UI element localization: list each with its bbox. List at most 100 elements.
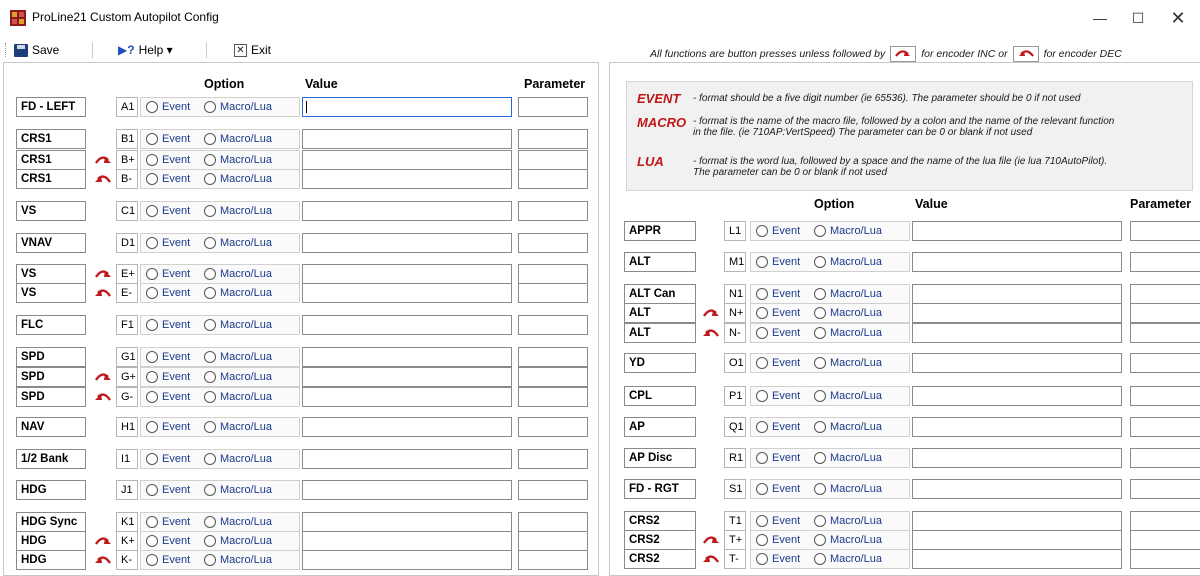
event-radio[interactable]: Event — [756, 386, 800, 406]
value-input[interactable] — [302, 169, 512, 189]
macro-lua-radio[interactable]: Macro/Lua — [204, 480, 272, 500]
macro-lua-radio[interactable]: Macro/Lua — [814, 303, 882, 323]
value-input[interactable] — [302, 129, 512, 149]
event-radio[interactable]: Event — [146, 97, 190, 117]
parameter-input[interactable] — [1130, 549, 1200, 569]
event-radio[interactable]: Event — [756, 511, 800, 531]
value-input[interactable] — [912, 530, 1122, 550]
event-radio[interactable]: Event — [146, 233, 190, 253]
macro-lua-radio[interactable]: Macro/Lua — [204, 531, 272, 551]
event-radio[interactable]: Event — [146, 347, 190, 367]
exit-menu-item[interactable]: ✕ Exit — [234, 41, 271, 59]
parameter-input[interactable] — [1130, 284, 1200, 304]
parameter-input[interactable] — [518, 264, 588, 284]
parameter-input[interactable] — [1130, 511, 1200, 531]
event-radio[interactable]: Event — [756, 530, 800, 550]
parameter-input[interactable] — [518, 347, 588, 367]
parameter-input[interactable] — [1130, 252, 1200, 272]
event-radio[interactable]: Event — [146, 169, 190, 189]
parameter-input[interactable] — [518, 150, 588, 170]
macro-lua-radio[interactable]: Macro/Lua — [204, 417, 272, 437]
macro-lua-radio[interactable]: Macro/Lua — [204, 97, 272, 117]
macro-lua-radio[interactable]: Macro/Lua — [204, 512, 272, 532]
parameter-input[interactable] — [518, 233, 588, 253]
macro-lua-radio[interactable]: Macro/Lua — [204, 129, 272, 149]
macro-lua-radio[interactable]: Macro/Lua — [204, 233, 272, 253]
event-radio[interactable]: Event — [756, 448, 800, 468]
event-radio[interactable]: Event — [756, 479, 800, 499]
event-radio[interactable]: Event — [146, 150, 190, 170]
macro-lua-radio[interactable]: Macro/Lua — [814, 353, 882, 373]
event-radio[interactable]: Event — [146, 531, 190, 551]
value-input[interactable] — [912, 479, 1122, 499]
event-radio[interactable]: Event — [756, 284, 800, 304]
value-input[interactable] — [912, 353, 1122, 373]
close-button[interactable]: ✕ — [1158, 6, 1198, 30]
macro-lua-radio[interactable]: Macro/Lua — [204, 449, 272, 469]
event-radio[interactable]: Event — [756, 303, 800, 323]
value-input[interactable] — [302, 387, 512, 407]
value-input[interactable] — [912, 284, 1122, 304]
macro-lua-radio[interactable]: Macro/Lua — [814, 530, 882, 550]
parameter-input[interactable] — [518, 449, 588, 469]
macro-lua-radio[interactable]: Macro/Lua — [814, 386, 882, 406]
value-input[interactable] — [302, 97, 512, 117]
value-input[interactable] — [912, 386, 1122, 406]
parameter-input[interactable] — [518, 550, 588, 570]
value-input[interactable] — [302, 150, 512, 170]
value-input[interactable] — [302, 201, 512, 221]
minimize-button[interactable]: — — [1080, 6, 1120, 30]
parameter-input[interactable] — [518, 480, 588, 500]
parameter-input[interactable] — [518, 512, 588, 532]
macro-lua-radio[interactable]: Macro/Lua — [204, 550, 272, 570]
parameter-input[interactable] — [518, 417, 588, 437]
maximize-button[interactable]: ☐ — [1118, 6, 1158, 30]
parameter-input[interactable] — [1130, 448, 1200, 468]
parameter-input[interactable] — [518, 367, 588, 387]
event-radio[interactable]: Event — [146, 283, 190, 303]
event-radio[interactable]: Event — [146, 480, 190, 500]
value-input[interactable] — [912, 448, 1122, 468]
parameter-input[interactable] — [1130, 353, 1200, 373]
event-radio[interactable]: Event — [146, 201, 190, 221]
value-input[interactable] — [912, 417, 1122, 437]
event-radio[interactable]: Event — [146, 367, 190, 387]
parameter-input[interactable] — [1130, 221, 1200, 241]
macro-lua-radio[interactable]: Macro/Lua — [204, 201, 272, 221]
macro-lua-radio[interactable]: Macro/Lua — [814, 221, 882, 241]
macro-lua-radio[interactable]: Macro/Lua — [814, 479, 882, 499]
value-input[interactable] — [302, 347, 512, 367]
help-menu-item[interactable]: ▶? Help ▾ — [118, 41, 173, 59]
macro-lua-radio[interactable]: Macro/Lua — [204, 283, 272, 303]
event-radio[interactable]: Event — [756, 323, 800, 343]
event-radio[interactable]: Event — [756, 549, 800, 569]
value-input[interactable] — [912, 511, 1122, 531]
event-radio[interactable]: Event — [146, 315, 190, 335]
save-menu-item[interactable]: Save — [14, 41, 59, 59]
value-input[interactable] — [302, 283, 512, 303]
event-radio[interactable]: Event — [146, 264, 190, 284]
macro-lua-radio[interactable]: Macro/Lua — [204, 150, 272, 170]
macro-lua-radio[interactable]: Macro/Lua — [814, 549, 882, 569]
value-input[interactable] — [302, 417, 512, 437]
event-radio[interactable]: Event — [146, 449, 190, 469]
event-radio[interactable]: Event — [756, 353, 800, 373]
event-radio[interactable]: Event — [146, 417, 190, 437]
macro-lua-radio[interactable]: Macro/Lua — [814, 511, 882, 531]
macro-lua-radio[interactable]: Macro/Lua — [204, 367, 272, 387]
event-radio[interactable]: Event — [756, 221, 800, 241]
macro-lua-radio[interactable]: Macro/Lua — [204, 169, 272, 189]
value-input[interactable] — [912, 323, 1122, 343]
macro-lua-radio[interactable]: Macro/Lua — [204, 264, 272, 284]
value-input[interactable] — [302, 531, 512, 551]
event-radio[interactable]: Event — [146, 550, 190, 570]
value-input[interactable] — [912, 303, 1122, 323]
macro-lua-radio[interactable]: Macro/Lua — [204, 387, 272, 407]
value-input[interactable] — [912, 221, 1122, 241]
parameter-input[interactable] — [518, 201, 588, 221]
value-input[interactable] — [302, 449, 512, 469]
macro-lua-radio[interactable]: Macro/Lua — [814, 448, 882, 468]
macro-lua-radio[interactable]: Macro/Lua — [204, 315, 272, 335]
parameter-input[interactable] — [1130, 386, 1200, 406]
event-radio[interactable]: Event — [146, 512, 190, 532]
